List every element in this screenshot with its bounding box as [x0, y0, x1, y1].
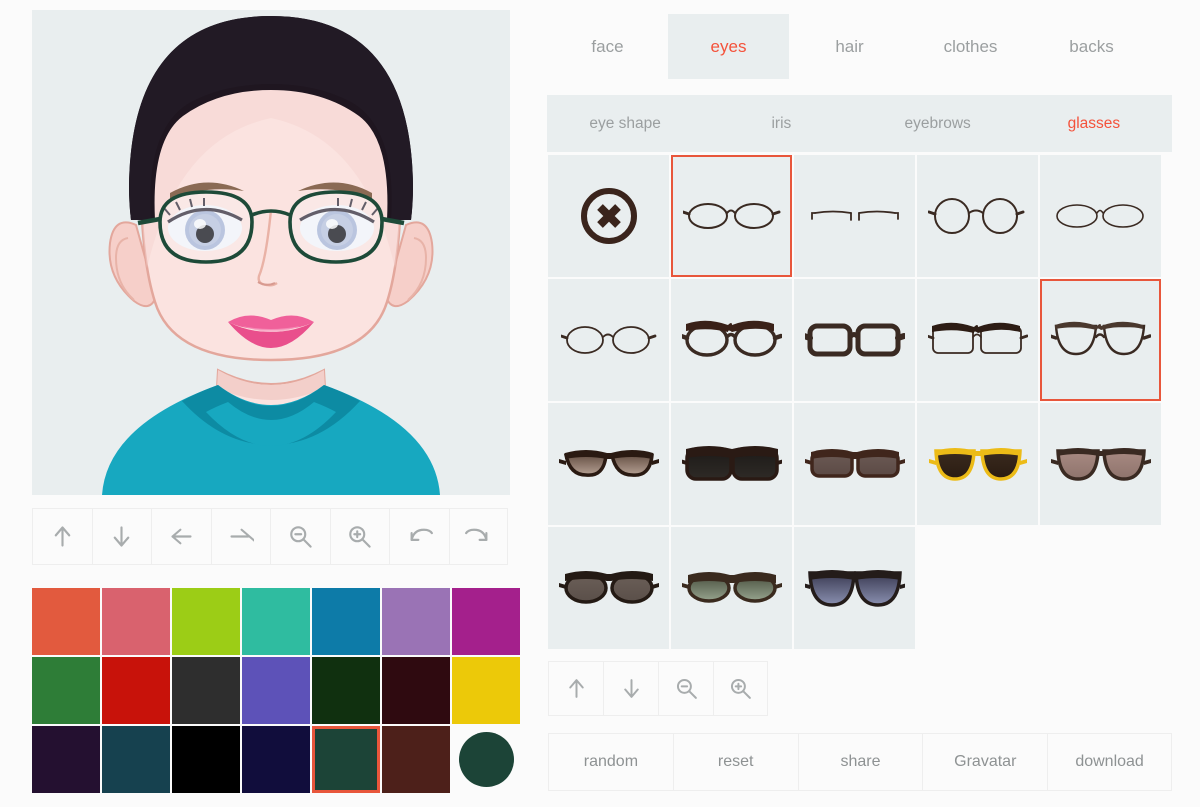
- sunglasses-wayfarer-icon[interactable]: [671, 403, 792, 525]
- color-swatch[interactable]: [32, 726, 100, 793]
- move-down-button[interactable]: [92, 508, 152, 565]
- sunglasses-browline-green-icon[interactable]: [671, 527, 792, 649]
- tab-face[interactable]: face: [547, 14, 668, 79]
- sunglasses-aviator-rose-icon[interactable]: [1040, 403, 1161, 525]
- color-swatch[interactable]: [102, 657, 170, 724]
- item-move-up-button[interactable]: [548, 661, 603, 716]
- action-download-button[interactable]: download: [1047, 733, 1172, 791]
- action-gravatar-button[interactable]: Gravatar: [922, 733, 1047, 791]
- color-swatch[interactable]: [382, 657, 450, 724]
- color-swatch[interactable]: [452, 657, 520, 724]
- color-swatch[interactable]: [312, 657, 380, 724]
- zoom-in-button[interactable]: [330, 508, 390, 565]
- left-panel: [0, 0, 540, 807]
- sunglasses-square-brown-icon[interactable]: [794, 403, 915, 525]
- avatar-maker-app: faceeyeshairclothesbacks eye shapeirisey…: [0, 0, 1200, 807]
- color-swatch[interactable]: [102, 726, 170, 793]
- color-swatch[interactable]: [312, 726, 380, 793]
- sunglasses-aviator-gold-icon[interactable]: [917, 403, 1038, 525]
- action-random-button[interactable]: random: [548, 733, 673, 791]
- color-swatch[interactable]: [32, 588, 100, 655]
- subtab-glasses[interactable]: glasses: [1016, 95, 1172, 152]
- selected-color-dot: [459, 732, 514, 787]
- avatar-preview[interactable]: [32, 10, 510, 495]
- glasses-oval-wire-icon[interactable]: [671, 155, 792, 277]
- glasses-options-grid: [548, 155, 1161, 649]
- action-reset-button[interactable]: reset: [673, 733, 798, 791]
- color-swatch[interactable]: [102, 588, 170, 655]
- tab-backs[interactable]: backs: [1031, 14, 1152, 79]
- glasses-aviator-clear-icon[interactable]: [1040, 279, 1161, 401]
- empty-cell: [917, 527, 1038, 649]
- avatar-transform-toolbar: [32, 508, 508, 565]
- color-palette: [32, 588, 520, 793]
- tab-hair[interactable]: hair: [789, 14, 910, 79]
- eyes-subtabs: eye shapeiriseyebrowsglasses: [547, 95, 1172, 152]
- move-right-button[interactable]: [211, 508, 271, 565]
- item-move-down-button[interactable]: [603, 661, 658, 716]
- right-panel: faceeyeshairclothesbacks eye shapeirisey…: [540, 0, 1200, 807]
- color-swatch[interactable]: [32, 657, 100, 724]
- glasses-round-wire-icon[interactable]: [917, 155, 1038, 277]
- glasses-oval-small-icon[interactable]: [548, 279, 669, 401]
- glasses-square-thick-icon[interactable]: [794, 279, 915, 401]
- color-swatch[interactable]: [242, 726, 310, 793]
- item-zoom-out-button[interactable]: [658, 661, 713, 716]
- glasses-browline-square-icon[interactable]: [917, 279, 1038, 401]
- color-swatch[interactable]: [172, 588, 240, 655]
- redo-button[interactable]: [449, 508, 509, 565]
- color-swatch[interactable]: [172, 726, 240, 793]
- item-transform-toolbar: [548, 661, 768, 716]
- subtab-iris[interactable]: iris: [703, 95, 859, 152]
- zoom-out-button[interactable]: [270, 508, 330, 565]
- color-swatch[interactable]: [452, 588, 520, 655]
- move-up-button[interactable]: [32, 508, 92, 565]
- sunglasses-shield-navy-icon[interactable]: [794, 527, 915, 649]
- subtab-eyebrows[interactable]: eyebrows: [860, 95, 1016, 152]
- undo-button[interactable]: [389, 508, 449, 565]
- tab-eyes[interactable]: eyes: [668, 14, 789, 79]
- category-tabs: faceeyeshairclothesbacks: [547, 14, 1152, 79]
- avatar-illustration: [32, 10, 510, 495]
- item-zoom-in-button[interactable]: [713, 661, 768, 716]
- color-swatch[interactable]: [172, 657, 240, 724]
- glasses-oval-thin-icon[interactable]: [1040, 155, 1161, 277]
- color-swatch[interactable]: [312, 588, 380, 655]
- color-swatch[interactable]: [242, 588, 310, 655]
- glasses-browline-round-icon[interactable]: [671, 279, 792, 401]
- color-swatch[interactable]: [242, 657, 310, 724]
- none-x-circle-icon[interactable]: [548, 155, 669, 277]
- empty-cell: [1040, 527, 1161, 649]
- move-left-button[interactable]: [151, 508, 211, 565]
- sunglasses-round-grey-icon[interactable]: [548, 527, 669, 649]
- selected-color-preview: [452, 726, 520, 793]
- glasses-rimless-icon[interactable]: [794, 155, 915, 277]
- color-swatch[interactable]: [382, 588, 450, 655]
- subtab-eye-shape[interactable]: eye shape: [547, 95, 703, 152]
- tab-clothes[interactable]: clothes: [910, 14, 1031, 79]
- action-buttons: randomresetshareGravatardownload: [548, 733, 1172, 791]
- action-share-button[interactable]: share: [798, 733, 923, 791]
- color-swatch[interactable]: [382, 726, 450, 793]
- sunglasses-cateye-icon[interactable]: [548, 403, 669, 525]
